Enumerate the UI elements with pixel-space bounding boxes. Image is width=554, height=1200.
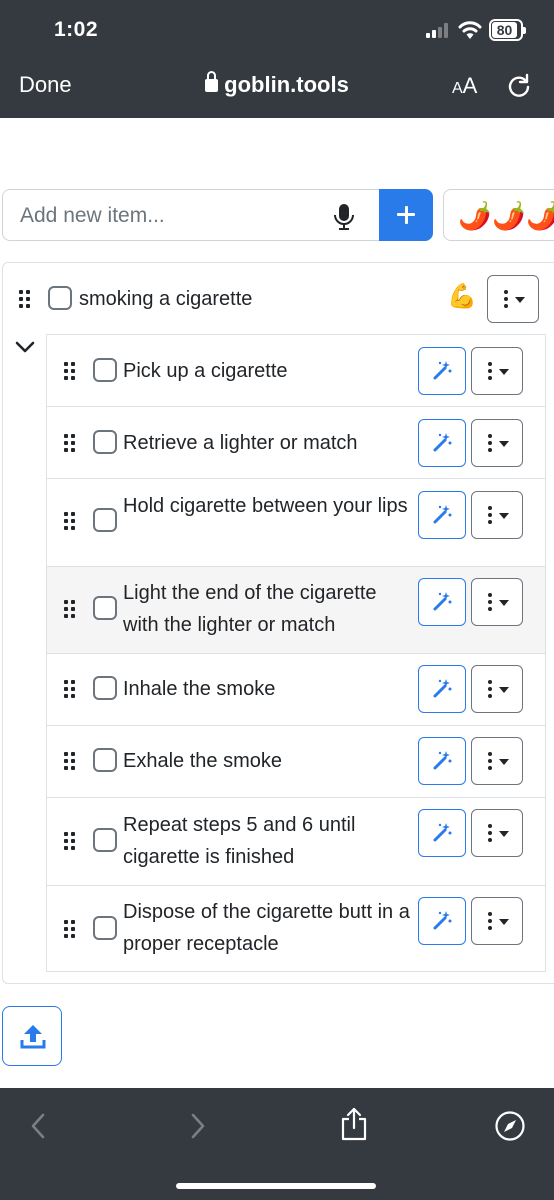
drag-handle-icon[interactable]: [64, 600, 76, 618]
magic-wand-icon: [433, 361, 452, 380]
add-item-placeholder: Add new item...: [20, 204, 165, 227]
subtask-menu-button[interactable]: [471, 578, 523, 626]
caret-down-icon: [499, 831, 509, 837]
task-checkbox[interactable]: [48, 286, 72, 310]
magic-breakdown-button[interactable]: [418, 897, 466, 945]
caret-down-icon: [499, 369, 509, 375]
kebab-menu-icon: [488, 362, 492, 380]
text-size-button[interactable]: AA: [452, 73, 477, 99]
spiciness-button[interactable]: 🌶️ 🌶️ 🌶️: [443, 189, 554, 241]
magic-wand-icon: [433, 823, 452, 842]
subtask-text: Hold cigarette between your lips: [123, 495, 408, 517]
upload-icon: [20, 1025, 46, 1049]
caret-down-icon: [499, 600, 509, 606]
subtask-menu-button[interactable]: [471, 809, 523, 857]
wifi-icon: [458, 21, 482, 39]
kebab-menu-icon: [488, 506, 492, 524]
drag-handle-icon[interactable]: [64, 752, 76, 770]
upload-button[interactable]: [2, 1006, 62, 1066]
task-title: smoking a cigarette: [79, 288, 253, 310]
muscle-icon: 💪: [447, 283, 477, 310]
subtask-menu-button[interactable]: [471, 491, 523, 539]
compass-icon[interactable]: [494, 1110, 526, 1142]
drag-handle-icon[interactable]: [64, 832, 76, 850]
caret-down-icon: [499, 759, 509, 765]
caret-down-icon: [499, 687, 509, 693]
subtask-text: Pick up a cigarette: [123, 360, 288, 382]
magic-wand-icon: [433, 911, 452, 930]
caret-down-icon: [499, 441, 509, 447]
subtask-checkbox[interactable]: [93, 596, 117, 620]
subtask-menu-button[interactable]: [471, 897, 523, 945]
url-text: goblin.tools: [224, 72, 349, 97]
drag-handle-icon[interactable]: [64, 920, 76, 938]
task-menu-button[interactable]: [487, 275, 539, 323]
subtask-checkbox[interactable]: [93, 916, 117, 940]
subtask-menu-button[interactable]: [471, 737, 523, 785]
magic-wand-icon: [433, 592, 452, 611]
caret-down-icon: [515, 297, 525, 303]
forward-icon[interactable]: [188, 1112, 208, 1140]
drag-handle-icon[interactable]: [64, 434, 76, 452]
magic-breakdown-button[interactable]: [418, 809, 466, 857]
reload-icon[interactable]: [505, 72, 533, 100]
kebab-menu-icon: [488, 752, 492, 770]
aa-small: A: [452, 80, 463, 97]
browser-top-bar: 1:02 80 Done goblin.tools AA: [0, 0, 554, 118]
drag-handle-icon[interactable]: [64, 512, 76, 530]
subtask-checkbox[interactable]: [93, 676, 117, 700]
subtask-text: Inhale the smoke: [123, 678, 276, 700]
magic-wand-icon: [433, 433, 452, 452]
aa-large: A: [462, 73, 478, 98]
chili-icon: 🌶️: [492, 201, 526, 231]
magic-breakdown-button[interactable]: [418, 578, 466, 626]
battery-icon: 80: [489, 19, 526, 41]
magic-wand-icon: [433, 751, 452, 770]
subtask-menu-button[interactable]: [471, 347, 523, 395]
lock-icon: [205, 71, 219, 92]
subtask-checkbox[interactable]: [93, 358, 117, 382]
caret-down-icon: [499, 919, 509, 925]
caret-down-icon: [499, 513, 509, 519]
signal-icon: [426, 22, 452, 38]
magic-breakdown-button[interactable]: [418, 419, 466, 467]
drag-handle-icon[interactable]: [64, 362, 76, 380]
battery-level: 80: [492, 22, 517, 38]
subtask-text: Repeat steps 5 and 6 until cigarette is …: [123, 814, 356, 868]
kebab-menu-icon: [488, 593, 492, 611]
home-indicator: [176, 1183, 376, 1189]
drag-handle-icon[interactable]: [19, 290, 31, 308]
status-time: 1:02: [54, 18, 99, 41]
magic-breakdown-button[interactable]: [418, 665, 466, 713]
subtask-menu-button[interactable]: [471, 665, 523, 713]
subtask-menu-button[interactable]: [471, 419, 523, 467]
subtask-text: Dispose of the cigarette butt in a prope…: [123, 901, 410, 955]
subtask-checkbox[interactable]: [93, 828, 117, 852]
drag-handle-icon[interactable]: [64, 680, 76, 698]
kebab-menu-icon: [488, 912, 492, 930]
magic-breakdown-button[interactable]: [418, 491, 466, 539]
plus-icon[interactable]: [379, 189, 433, 241]
subtask-text: Exhale the smoke: [123, 750, 282, 772]
kebab-menu-icon: [488, 434, 492, 452]
chevron-down-icon[interactable]: [14, 339, 36, 355]
subtask-checkbox[interactable]: [93, 430, 117, 454]
chili-icon: 🌶️: [458, 201, 492, 231]
magic-wand-icon: [433, 679, 452, 698]
subtask-checkbox[interactable]: [93, 748, 117, 772]
subtask-text: Retrieve a lighter or match: [123, 432, 358, 454]
magic-breakdown-button[interactable]: [418, 737, 466, 785]
mic-icon[interactable]: [333, 204, 355, 230]
subtask-checkbox[interactable]: [93, 508, 117, 532]
kebab-menu-icon: [488, 824, 492, 842]
chili-icon: 🌶️: [526, 201, 554, 231]
magic-wand-icon: [433, 505, 452, 524]
kebab-menu-icon: [488, 680, 492, 698]
add-item-input[interactable]: Add new item...: [2, 189, 380, 241]
magic-breakdown-button[interactable]: [418, 347, 466, 395]
kebab-menu-icon: [504, 290, 508, 308]
subtask-text: Light the end of the cigarette with the …: [123, 582, 377, 636]
back-icon[interactable]: [28, 1112, 48, 1140]
share-icon[interactable]: [340, 1106, 368, 1142]
